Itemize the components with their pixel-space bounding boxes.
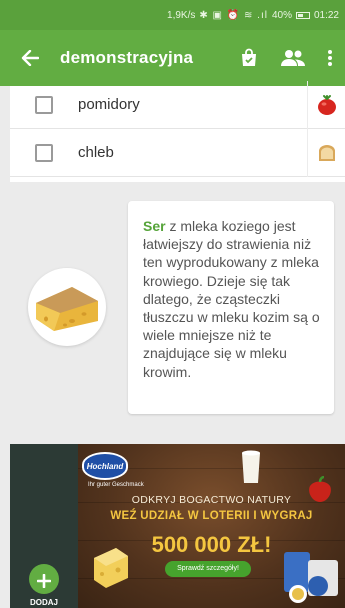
add-label: DODAJ [29,598,58,607]
tip-highlight: Ser [143,218,166,234]
list-title: demonstracyjna [60,48,194,67]
more-vert-icon [328,50,332,66]
bread-icon [318,144,335,161]
item-label: pomidory [78,96,140,113]
item-category-cell [307,128,345,177]
back-button[interactable] [0,30,60,86]
share-people-button[interactable] [271,30,315,86]
ad-cta-button[interactable]: Sprawdź szczegóły! [165,561,251,577]
status-bar: 1,9K/s ✱ ▣ ⏰ ≋ .ıl 40% 01:22 [0,0,345,30]
tip-card: Ser z mleka koziego jest łatwiejszy do s… [128,201,334,414]
people-icon [281,50,305,66]
network-speed: 1,9K/s [167,9,196,21]
ad-brand-logo: Hochland [82,452,128,480]
shopping-bag-button[interactable] [227,30,271,86]
add-panel: DODAJ [10,444,78,608]
cheese-packages-icon [284,552,338,603]
battery-percent: 40% [271,9,292,21]
milk-glass-icon [242,450,260,483]
bottom-bar: DODAJ Hochland Ihr guter Geschmack ODKRY… [10,444,345,608]
tomato-icon [317,94,336,115]
plus-icon [36,573,52,589]
more-menu-button[interactable] [315,30,345,86]
item-label: chleb [78,144,114,161]
add-button[interactable] [29,564,59,594]
shopping-list: pomidory chleb [10,80,345,182]
item-checkbox[interactable] [35,95,53,114]
list-item[interactable]: chleb [10,128,345,177]
ad-banner[interactable]: Hochland Ihr guter Geschmack ODKRYJ BOGA… [78,444,345,608]
ad-headline: ODKRYJ BOGACTWO NATURY [131,494,292,506]
clock: 01:22 [313,9,339,21]
tip-image [28,268,106,346]
battery-icon [295,11,310,19]
arrow-left-icon [21,50,39,66]
app-bar: demonstracyjna [0,30,345,86]
item-checkbox[interactable] [35,143,53,162]
ad-brand-tagline: Ihr guter Geschmack [88,482,144,488]
cheese-icon [36,287,98,331]
item-category-cell [307,80,345,129]
status-icons: ✱ ▣ ⏰ ≋ .ıl [199,9,268,21]
list-item[interactable]: pomidory [10,80,345,129]
ad-subheadline: WEŹ UDZIAŁ W LOTERII I WYGRAJ [110,510,313,522]
tip-text: z mleka koziego jest łatwiejszy do straw… [143,218,320,380]
cheese-block-icon [94,548,128,588]
shopping-bag-icon [242,48,256,66]
